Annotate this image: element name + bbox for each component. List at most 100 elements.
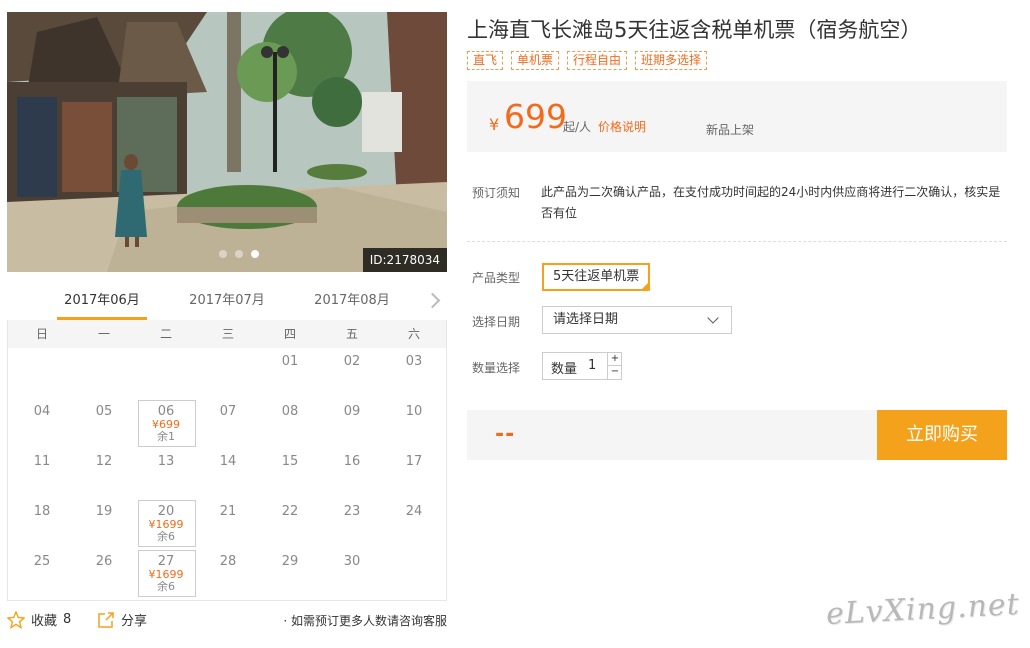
- new-product-label: 新品上架: [706, 123, 755, 137]
- product-type-value: 5天往返单机票: [553, 269, 640, 284]
- day-number: 08: [281, 404, 299, 419]
- product-photo[interactable]: ID:2178034: [7, 12, 447, 272]
- calendar-day: 21: [197, 498, 259, 548]
- check-icon: [640, 281, 651, 305]
- booking-notice-text: 此产品为二次确认产品，在支付成功时间起的24小时内供应商将进行二次确认，核实是否…: [541, 185, 1001, 220]
- product-tags: 直飞 单机票 行程自由 班期多选择: [467, 51, 708, 70]
- calendar-day-available[interactable]: 06 ¥699 余1: [135, 398, 197, 448]
- divider: [467, 241, 1007, 242]
- quantity-field-label: 数量: [551, 362, 578, 377]
- day-number: 25: [33, 554, 51, 569]
- buy-now-button[interactable]: 立即购买: [877, 410, 1007, 460]
- day-number: 17: [405, 454, 423, 469]
- calendar-day: 28: [197, 548, 259, 598]
- day-number: 27: [157, 554, 175, 569]
- calendar-day: 19: [73, 498, 135, 548]
- day-number: 06: [157, 404, 175, 419]
- day-number: 04: [33, 404, 51, 419]
- weekday-label: 四: [283, 327, 296, 341]
- product-type-label: 产品类型: [472, 271, 521, 285]
- calendar-day: 26: [73, 548, 135, 598]
- calendar-day: 14: [197, 448, 259, 498]
- day-number: 10: [405, 404, 423, 419]
- share-label: 分享: [121, 614, 148, 629]
- watermark-logo: eLvXing.net: [825, 586, 1021, 633]
- weekday-label: 二: [159, 327, 172, 341]
- quantity-decrement-button[interactable]: −: [607, 366, 622, 379]
- day-number: 02: [343, 354, 361, 369]
- date-select[interactable]: 请选择日期: [542, 306, 732, 334]
- day-number: 13: [157, 454, 175, 469]
- calendar-day: 12: [73, 448, 135, 498]
- purchase-bar: -- 立即购买: [467, 410, 1007, 460]
- calendar-day: 23: [321, 498, 383, 548]
- calendar-day: 29: [259, 548, 321, 598]
- day-number: 28: [219, 554, 237, 569]
- day-number: 12: [95, 454, 113, 469]
- calendar-day: 10: [383, 398, 445, 448]
- share-button[interactable]: 分享: [97, 610, 147, 629]
- calendar-empty-cell: [11, 348, 73, 398]
- day-number: 05: [95, 404, 113, 419]
- photo-scene: [7, 12, 447, 272]
- day-number: 09: [343, 404, 361, 419]
- calendar-days: 01 02 03 04 05 06 ¥699 余1 07 08 09 10 11 12 13 14 15 16 17…: [8, 348, 446, 598]
- calendar-day: 16: [321, 448, 383, 498]
- day-number: 29: [281, 554, 299, 569]
- day-number: 23: [343, 504, 361, 519]
- chevron-right-icon[interactable]: [427, 290, 441, 312]
- product-tag: 行程自由: [567, 51, 628, 70]
- day-number: 11: [33, 454, 51, 469]
- currency-symbol: ¥: [489, 115, 500, 134]
- quantity-value[interactable]: 1: [588, 358, 596, 373]
- quantity-stepper: 数量 1 + −: [542, 352, 622, 380]
- calendar-day: 30: [321, 548, 383, 598]
- calendar-day: 01: [259, 348, 321, 398]
- price-unit: 起/人: [563, 120, 592, 134]
- date-select-label: 选择日期: [472, 315, 521, 329]
- share-icon: [98, 611, 114, 628]
- quantity-increment-button[interactable]: +: [607, 353, 622, 366]
- calendar-day: 08: [259, 398, 321, 448]
- calendar-day: 25: [11, 548, 73, 598]
- seats-left: 余6: [157, 580, 175, 593]
- date-select-value: 请选择日期: [553, 312, 619, 327]
- calendar-day: 04: [11, 398, 73, 448]
- seats-left: 余6: [157, 530, 175, 543]
- day-number: 18: [33, 504, 51, 519]
- tab-month-3[interactable]: 2017年08月: [307, 286, 397, 320]
- calendar-day: 22: [259, 498, 321, 548]
- calendar-empty-cell: [73, 348, 135, 398]
- favorite-label: 收藏: [31, 614, 58, 629]
- calendar-day: 11: [11, 448, 73, 498]
- price-explanation-link[interactable]: 价格说明: [598, 118, 646, 135]
- calendar-day: 24: [383, 498, 445, 548]
- weekday-label: 日: [35, 327, 48, 341]
- product-tag: 直飞: [467, 51, 504, 70]
- total-price: --: [495, 422, 516, 447]
- weekday-label: 五: [345, 327, 358, 341]
- carousel-dot[interactable]: [219, 250, 227, 258]
- tab-month-1[interactable]: 2017年06月: [57, 286, 147, 320]
- calendar-day: 18: [11, 498, 73, 548]
- weekday-label: 三: [221, 327, 234, 341]
- carousel-dot-active[interactable]: [251, 250, 259, 258]
- tab-month-2[interactable]: 2017年07月: [182, 286, 272, 320]
- day-number: 26: [95, 554, 113, 569]
- carousel-dot[interactable]: [235, 250, 243, 258]
- star-icon: [7, 610, 25, 629]
- product-type-option[interactable]: 5天往返单机票: [542, 263, 651, 305]
- chevron-down-icon: [707, 312, 719, 324]
- calendar-day-available[interactable]: 27 ¥1699 余6: [135, 548, 197, 598]
- day-number: 14: [219, 454, 237, 469]
- day-number: 30: [343, 554, 361, 569]
- product-title: 上海直飞长滩岛5天往返含税单机票（宿务航空）: [467, 18, 922, 42]
- favorite-button[interactable]: 收藏 8: [7, 610, 71, 629]
- calendar-day-available[interactable]: 20 ¥1699 余6: [135, 498, 197, 548]
- calendar-weekday-header: 日 一 二 三 四 五 六: [8, 320, 446, 348]
- day-number: 07: [219, 404, 237, 419]
- product-tag: 单机票: [511, 51, 560, 70]
- share-row: 收藏 8 分享 · 如需预订更多人数请咨询客服: [7, 610, 447, 632]
- day-number: 19: [95, 504, 113, 519]
- day-number: 21: [219, 504, 237, 519]
